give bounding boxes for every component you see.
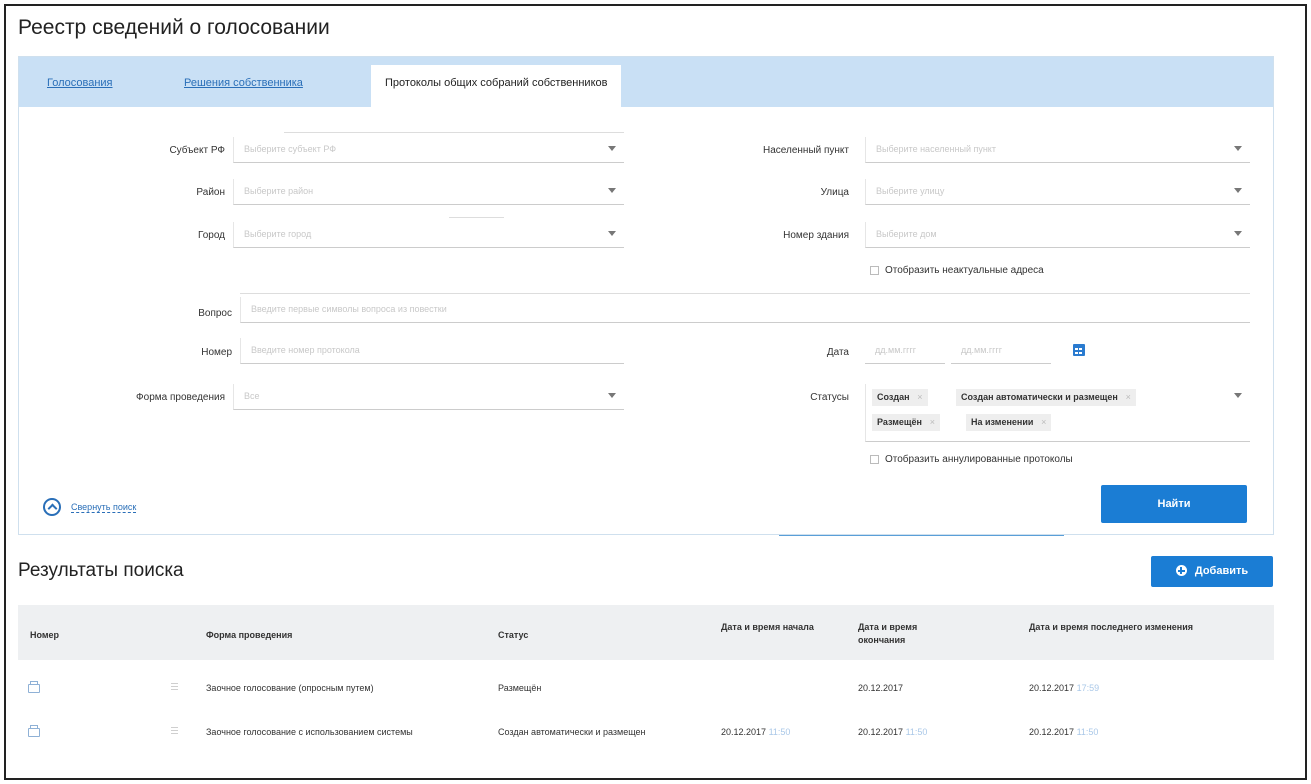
tab-owner-decisions[interactable]: Решения собственника — [184, 77, 303, 89]
open-record-icon[interactable] — [28, 681, 40, 693]
district-placeholder: Выберите район — [244, 186, 314, 196]
tab-bar: Голосования Решения собственника Протоко… — [19, 57, 1273, 107]
question-placeholder: Введите первые символы вопроса из повест… — [251, 304, 447, 314]
row-form: Заочное голосование (опросным путем) — [206, 683, 374, 693]
close-icon[interactable]: × — [1041, 417, 1046, 427]
status-tag[interactable]: Создан автоматически и размещен × — [956, 389, 1136, 406]
date-from-input[interactable]: дд.мм.гггг — [865, 338, 945, 364]
row-marker — [171, 683, 178, 692]
row-form: Заочное голосование с использованием сис… — [206, 727, 413, 737]
street-placeholder: Выберите улицу — [876, 186, 945, 196]
divider — [240, 293, 1250, 294]
column-header[interactable]: Номер — [30, 629, 59, 642]
street-select[interactable]: Выберите улицу — [865, 179, 1250, 205]
subject-label: Субъект РФ — [169, 145, 225, 156]
locality-placeholder: Выберите населенный пункт — [876, 144, 996, 154]
number-label: Номер — [201, 347, 232, 358]
row-end: 20.12.2017 11:50 — [858, 727, 928, 737]
form-select[interactable]: Все — [233, 384, 624, 410]
chevron-down-icon — [608, 231, 616, 236]
date-from-placeholder: дд.мм.гггг — [875, 345, 917, 355]
date-to-placeholder: дд.мм.гггг — [961, 345, 1003, 355]
inactive-addresses-label: Отобразить неактуальные адреса — [885, 265, 1044, 276]
number-input[interactable]: Введите номер протокола — [240, 338, 624, 364]
close-icon[interactable]: × — [930, 417, 935, 427]
chevron-down-icon — [608, 393, 616, 398]
annulled-checkbox[interactable] — [870, 455, 879, 464]
chevron-up-circle-icon — [43, 498, 61, 516]
street-label: Улица — [820, 187, 849, 198]
results-title: Результаты поиска — [18, 560, 184, 581]
subject-select[interactable]: Выберите субъект РФ — [233, 137, 624, 163]
city-label: Город — [197, 230, 225, 241]
statuses-multiselect[interactable]: Создан × Создан автоматически и размещен ×… — [865, 384, 1250, 442]
column-header[interactable]: Дата и время последнего изменения — [1029, 621, 1229, 634]
column-header[interactable]: Дата и время начала — [721, 621, 821, 634]
status-tag[interactable]: Размещён × — [872, 414, 940, 431]
status-tag[interactable]: Создан × — [872, 389, 928, 406]
question-label: Вопрос — [198, 308, 232, 319]
row-start: 20.12.2017 11:50 — [721, 727, 791, 737]
question-input[interactable]: Введите первые символы вопроса из повест… — [240, 297, 1250, 323]
district-label: Район — [196, 187, 225, 198]
row-status: Размещён — [498, 683, 542, 693]
table-row[interactable]: Заочное голосование (опросным путем) Раз… — [18, 664, 1274, 708]
chevron-down-icon — [1234, 146, 1242, 151]
status-tag[interactable]: На изменении × — [966, 414, 1052, 431]
add-button-label: Добавить — [1194, 565, 1249, 577]
chevron-down-icon — [1234, 231, 1242, 236]
inactive-addresses-checkbox[interactable] — [870, 266, 879, 275]
divider — [779, 535, 1064, 536]
calendar-icon[interactable] — [1073, 344, 1085, 356]
chevron-down-icon — [608, 146, 616, 151]
column-header[interactable]: Статус — [498, 629, 528, 642]
chevron-down-icon — [1234, 393, 1242, 398]
district-select[interactable]: Выберите район — [233, 179, 624, 205]
city-select[interactable]: Выберите город — [233, 222, 624, 248]
form-label: Форма проведения — [136, 392, 225, 403]
collapse-search-label: Свернуть поиск — [71, 502, 137, 513]
table-header: Номер Форма проведения Статус Дата и вре… — [18, 605, 1274, 660]
building-select[interactable]: Выберите дом — [865, 222, 1250, 248]
annulled-label: Отобразить аннулированные протоколы — [885, 454, 1073, 465]
close-icon[interactable]: × — [1126, 392, 1131, 402]
divider — [449, 217, 504, 218]
form-value: Все — [244, 391, 260, 401]
close-icon[interactable]: × — [917, 392, 922, 402]
statuses-label: Статусы — [810, 392, 849, 403]
divider — [284, 132, 624, 133]
city-placeholder: Выберите город — [244, 229, 312, 239]
tab-protocols[interactable]: Протоколы общих собраний собственников — [371, 65, 622, 107]
tab-votings[interactable]: Голосования — [47, 77, 113, 89]
chevron-down-icon — [608, 188, 616, 193]
building-label: Номер здания — [783, 230, 849, 241]
row-modified: 20.12.2017 11:50 — [1029, 727, 1099, 737]
search-button[interactable]: Найти — [1101, 485, 1247, 523]
number-placeholder: Введите номер протокола — [251, 345, 360, 355]
row-modified: 20.12.2017 17:59 — [1029, 683, 1100, 693]
table-row[interactable]: Заочное голосование с использованием сис… — [18, 716, 1274, 766]
date-label: Дата — [826, 347, 849, 358]
row-marker — [171, 727, 178, 736]
column-header[interactable]: Форма проведения — [206, 629, 292, 642]
subject-placeholder: Выберите субъект РФ — [244, 144, 337, 154]
row-end: 20.12.2017 — [858, 683, 904, 693]
add-button[interactable]: Добавить — [1151, 556, 1273, 587]
plus-circle-icon — [1175, 565, 1187, 576]
locality-select[interactable]: Выберите населенный пункт — [865, 137, 1250, 163]
locality-label: Населенный пункт — [762, 145, 849, 156]
column-header[interactable]: Дата и время окончания — [858, 621, 958, 647]
row-status: Создан автоматически и размещен — [498, 727, 646, 737]
building-placeholder: Выберите дом — [876, 229, 937, 239]
page-title: Реестр сведений о голосовании — [18, 16, 330, 39]
search-panel: Голосования Решения собственника Протоко… — [18, 56, 1274, 536]
date-to-input[interactable]: дд.мм.гггг — [951, 338, 1051, 364]
open-record-icon[interactable] — [28, 725, 40, 737]
chevron-down-icon — [1234, 188, 1242, 193]
